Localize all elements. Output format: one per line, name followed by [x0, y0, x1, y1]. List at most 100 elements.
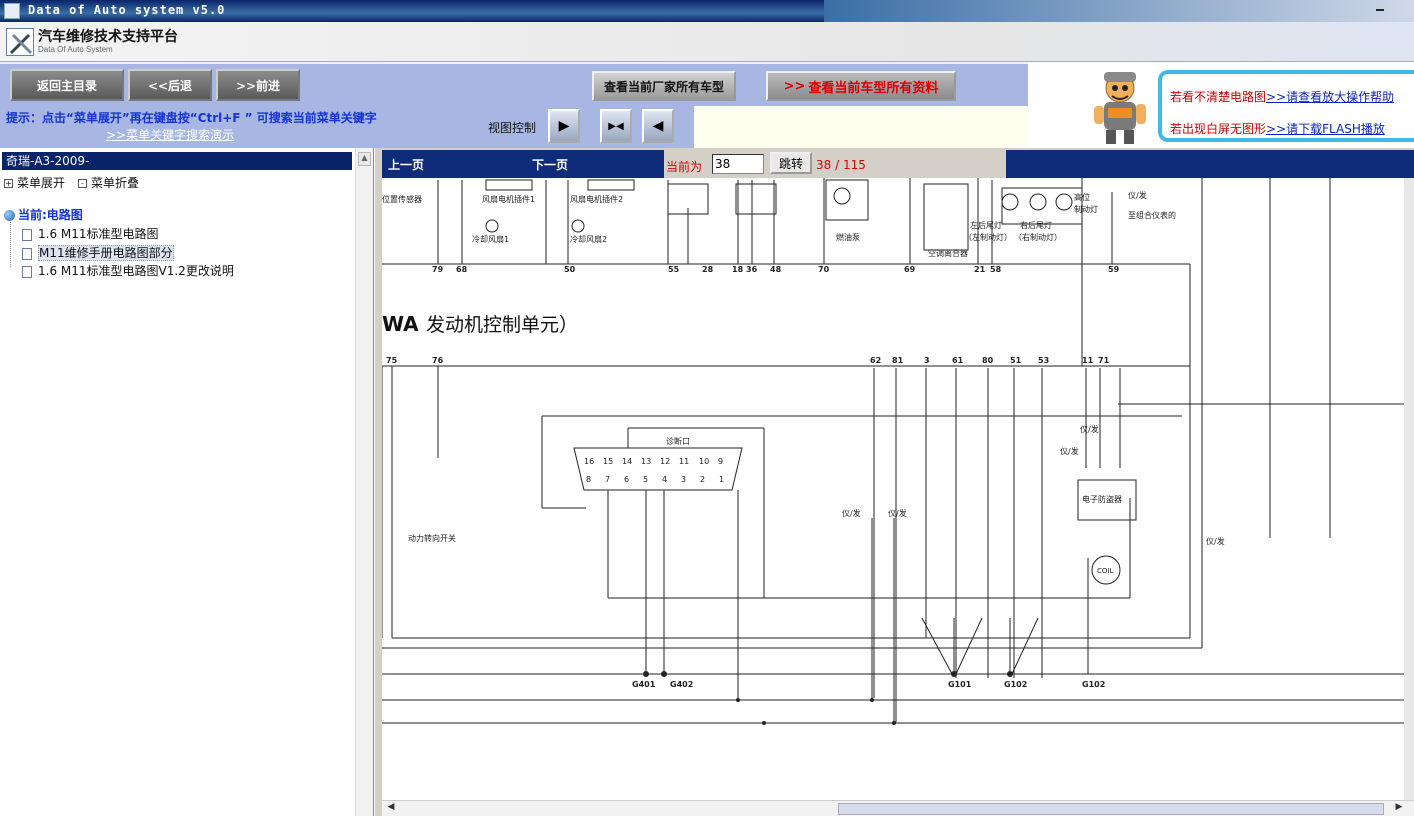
pin-label: 58: [990, 265, 1002, 274]
wiring-diagram-svg: WA 发动机控制单元） 位置传感器 风扇电机插件1 风扇电机插件2 冷却风扇1 …: [382, 178, 1404, 725]
pin-label: 50: [564, 265, 576, 274]
arrow-left-icon: ◀: [652, 118, 664, 134]
pin-label: 70: [818, 265, 830, 274]
pin-label: 59: [1108, 265, 1120, 274]
tree-item-label: 1.6 M11标准型电路图: [38, 227, 159, 241]
platform-subtitle: Data Of Auto System: [38, 45, 113, 54]
obd-pin: 3: [681, 475, 686, 484]
pin-label: 3: [924, 356, 930, 365]
prev-page-link[interactable]: 上一页: [388, 156, 424, 173]
menu-collapse-button[interactable]: - 菜单折叠: [78, 174, 139, 191]
jump-button[interactable]: 跳转: [770, 152, 812, 174]
app-icon: [4, 3, 20, 19]
page-jump-box: 当前为 跳转 38 / 115: [664, 150, 1006, 178]
obd-pin: 11: [679, 457, 689, 466]
pin-label: 75: [386, 356, 398, 365]
obd-pin: 16: [584, 457, 594, 466]
back-to-main-button[interactable]: 返回主目录: [10, 69, 124, 101]
pin-label: 76: [432, 356, 444, 365]
current-category[interactable]: 当前:电路图: [4, 206, 83, 223]
toolbar: 返回主目录 <<后退 >>前进 查看当前厂家所有车型 >> 查看当前车型所有资料: [0, 62, 1028, 106]
ground-label: G402: [670, 680, 693, 689]
label-left-tail: 左后尾灯: [970, 220, 1002, 230]
view-all-data-label: 查看当前车型所有资料: [808, 80, 939, 96]
tree-item-standard-diagram[interactable]: 1.6 M11标准型电路图: [22, 225, 159, 242]
document-icon: [22, 265, 32, 278]
view-all-data-button[interactable]: >> 查看当前车型所有资料: [766, 71, 956, 101]
label-coil: COIL: [1097, 567, 1113, 575]
pin-label: 61: [952, 356, 964, 365]
next-page-link[interactable]: 下一页: [532, 156, 568, 173]
scroll-thumb[interactable]: [838, 803, 1384, 815]
label-ac-clutch: 空调离合器: [928, 248, 968, 258]
label-cool-fan1: 冷却风扇1: [472, 234, 509, 244]
page-count: 38 / 115: [816, 158, 866, 172]
label-pos-sensor: 位置传感器: [382, 194, 422, 204]
pin-label: 18: [732, 265, 744, 274]
car-model-title: 奇瑞-A3-2009-: [2, 152, 352, 170]
zoom-help-line: 若看不清楚电路图>>请查看放大操作帮助: [1170, 88, 1394, 105]
section-prefix: WA: [382, 312, 419, 336]
scroll-left-icon[interactable]: ◀: [384, 802, 398, 816]
label-yi-fa-2: 仪/发: [1060, 446, 1079, 456]
pin-label: 48: [770, 265, 782, 274]
ground-label: G102: [1082, 680, 1105, 689]
zoom-help-link[interactable]: >>请查看放大操作帮助: [1266, 90, 1394, 104]
label-power-steer: 动力转向开关: [408, 533, 456, 543]
obd-pin: 4: [662, 475, 667, 484]
pin-label: 51: [1010, 356, 1022, 365]
section-title: 发动机控制单元）: [426, 314, 578, 336]
help-box: 若看不清楚电路图>>请查看放大操作帮助 若出现白屏无图形>>请下载FLASH播放: [1158, 70, 1414, 142]
back-button[interactable]: <<后退: [128, 69, 212, 101]
tree-item-manual-diagram[interactable]: M11维修手册电路图部分: [22, 244, 174, 261]
view-split-button[interactable]: ▶◀: [600, 109, 632, 143]
menu-expand-label: 菜单展开: [17, 176, 66, 190]
flash-download-link[interactable]: >>请下载FLASH播放: [1266, 122, 1385, 136]
diagram-vertical-scrollbar[interactable]: [1404, 178, 1414, 800]
document-icon: [22, 247, 32, 260]
label-yi-fa-17: 仪/发: [1206, 536, 1225, 546]
pin-label: 71: [1098, 356, 1110, 365]
minus-box-icon: -: [78, 179, 87, 188]
mechanic-mascot-icon: [1090, 68, 1152, 146]
obd-pin: 1: [719, 475, 724, 484]
title-bar: Data of Auto system v5.0: [0, 0, 1414, 22]
scroll-right-icon[interactable]: ▶: [1392, 802, 1406, 816]
view-expand-right-button[interactable]: ▶: [548, 109, 580, 143]
ground-label: G101: [948, 680, 972, 689]
label-right-tail: 右后尾灯: [1020, 220, 1052, 230]
search-demo-link[interactable]: >>菜单关键字搜索演示: [106, 126, 234, 143]
scroll-up-icon[interactable]: ▲: [358, 152, 371, 166]
document-icon: [22, 228, 32, 241]
plus-box-icon: +: [4, 179, 13, 188]
wiring-diagram[interactable]: WA 发动机控制单元） 位置传感器 风扇电机插件1 风扇电机插件2 冷却风扇1 …: [382, 178, 1404, 800]
pin-label: 79: [432, 265, 444, 274]
minimize-icon[interactable]: [1376, 9, 1384, 11]
pin-label: 11: [1082, 356, 1094, 365]
menu-scrollbar[interactable]: ▲: [355, 148, 373, 816]
tree-item-change-notes[interactable]: 1.6 M11标准型电路图V1.2更改说明: [22, 262, 234, 279]
obd-pin: 13: [641, 457, 651, 466]
tree-item-label: M11维修手册电路图部分: [38, 245, 174, 261]
view-all-models-button[interactable]: 查看当前厂家所有车型: [592, 71, 736, 101]
label-fan-relay1: 风扇电机插件1: [482, 194, 535, 204]
menu-expand-button[interactable]: + 菜单展开: [4, 174, 65, 191]
platform-title: 汽车维修技术支持平台: [38, 29, 178, 45]
forward-button[interactable]: >>前进: [216, 69, 300, 101]
pin-label: 69: [904, 265, 916, 274]
label-immobilizer: 电子防盗器: [1082, 494, 1122, 504]
title-bar-gradient: [824, 0, 1414, 22]
view-expand-left-button[interactable]: ◀: [642, 109, 674, 143]
window-title: Data of Auto system v5.0: [28, 3, 226, 17]
app-header: 汽车维修技术支持平台 Data Of Auto System: [0, 22, 1414, 62]
diagram-horizontal-scrollbar[interactable]: ◀ ▶: [382, 800, 1414, 816]
view-control-label: 视图控制: [488, 121, 537, 135]
page-number-input[interactable]: [712, 154, 764, 174]
hint-bar: 提示：点击“菜单展开”再在键盘按“Ctrl+F ” 可搜索当前菜单关键字 >>菜…: [0, 106, 694, 148]
label-yi-fa-28: 仪/发: [888, 508, 907, 518]
label-high-brake: 高位: [1074, 192, 1090, 202]
arrow-right-icon: ▶: [558, 118, 570, 134]
obd-pin: 9: [718, 457, 723, 466]
search-hint: 提示：点击“菜单展开”再在键盘按“Ctrl+F ” 可搜索当前菜单关键字: [6, 111, 377, 125]
panel-splitter[interactable]: [374, 148, 382, 816]
